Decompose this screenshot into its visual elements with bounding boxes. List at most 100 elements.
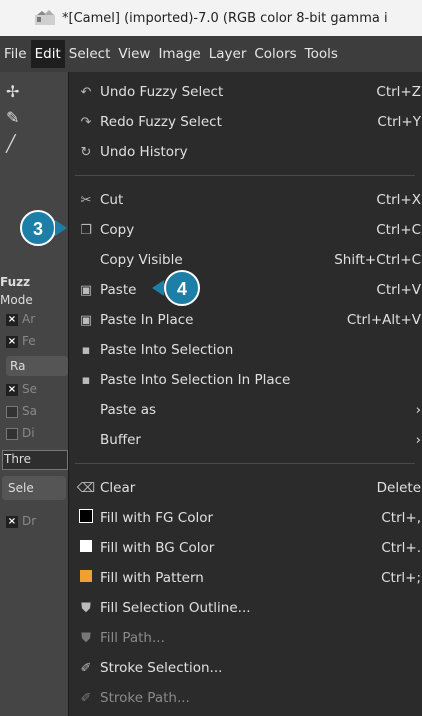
menu-item-label: Fill Selection Outline... <box>100 600 251 616</box>
menu-item-undo[interactable]: ↶ Undo Fuzzy Select Ctrl+Z <box>69 78 422 106</box>
menu-colors[interactable]: Colors <box>250 40 300 68</box>
mode-label: Mode <box>0 293 33 307</box>
menu-item-label: Fill with FG Color <box>100 510 214 526</box>
menu-item-buffer[interactable]: Buffer › <box>69 426 422 454</box>
menu-item-clear[interactable]: ⌫ Clear Delete <box>69 474 422 502</box>
menu-item-label: Clear <box>100 480 136 496</box>
submenu-arrow-icon: › <box>415 432 421 448</box>
undo-icon: ↶ <box>80 84 92 100</box>
menu-item-label: Paste Into Selection <box>100 342 234 358</box>
menu-item-undo-history[interactable]: ↻ Undo History <box>69 138 422 166</box>
menu-item-stroke-selection[interactable]: ✐ Stroke Selection... <box>69 654 422 682</box>
shortcut-label: Shift+Ctrl+C <box>334 252 421 268</box>
menu-item-fill-pattern[interactable]: Fill with Pattern Ctrl+; <box>69 564 422 592</box>
menu-item-copy[interactable]: ❐ Copy Ctrl+C <box>69 216 422 244</box>
window-title-bar: *[Camel] (imported)-7.0 (RGB color 8-bit… <box>0 0 422 36</box>
menu-item-label: Fill with BG Color <box>100 540 215 556</box>
select-transparent-checkbox[interactable]: × <box>6 384 18 396</box>
threshold-label: Thre <box>4 452 31 466</box>
menubar: File Edit Select View Image Layer Colors… <box>0 36 422 72</box>
step-badge-4: 4 <box>164 270 200 306</box>
tool-options-title: Fuzz <box>0 275 31 289</box>
scissors-icon: ✂ <box>80 192 92 208</box>
diagonal-checkbox[interactable] <box>6 428 18 440</box>
step-badge-3-pointer <box>55 220 67 236</box>
shortcut-label: Ctrl+V <box>376 282 421 298</box>
bucket-fill-path-icon: ⛊ <box>81 630 91 646</box>
fg-color-swatch-icon <box>72 509 100 527</box>
menu-item-paste-in-place[interactable]: ▣ Paste In Place Ctrl+Alt+V <box>69 306 422 334</box>
menu-file[interactable]: File <box>0 40 31 68</box>
diagonal-label: Di <box>22 426 35 440</box>
menu-item-label: Redo Fuzzy Select <box>100 114 222 130</box>
paste-icon: ▣ <box>79 282 93 298</box>
menu-item-label: Stroke Path... <box>100 690 190 706</box>
shortcut-label: Ctrl+Y <box>377 114 421 130</box>
menu-separator <box>75 463 415 464</box>
menu-item-copy-visible[interactable]: Copy Visible Shift+Ctrl+C <box>69 246 422 274</box>
move-tool-icon[interactable]: ✢ <box>6 82 19 101</box>
shortcut-label: Ctrl+; <box>381 570 421 586</box>
sample-merged-checkbox[interactable] <box>6 406 18 418</box>
undo-history-icon: ↻ <box>80 144 92 160</box>
picker-tool-icon[interactable]: ╱ <box>6 134 16 153</box>
shortcut-label: Ctrl+, <box>381 510 421 526</box>
select-transparent-label: Se <box>22 382 37 396</box>
paste-into-selection-in-place-icon: ▪ <box>81 372 91 388</box>
feather-label: Fe <box>22 334 36 348</box>
window-title: *[Camel] (imported)-7.0 (RGB color 8-bit… <box>62 10 388 26</box>
menu-tools[interactable]: Tools <box>301 40 342 68</box>
gimp-app-icon <box>34 9 56 27</box>
menu-item-label: Cut <box>100 192 124 208</box>
shortcut-label: Delete <box>376 480 421 496</box>
draw-mask-checkbox[interactable]: × <box>6 516 18 528</box>
menu-item-label: Copy <box>100 222 135 238</box>
menu-edit[interactable]: Edit <box>30 40 65 68</box>
paste-into-selection-icon: ▪ <box>81 342 91 358</box>
step-badge-3: 3 <box>20 210 56 246</box>
menu-item-label: Paste as <box>100 402 157 418</box>
menu-item-fill-selection-outline[interactable]: ⛊ Fill Selection Outline... <box>69 594 422 622</box>
menu-item-label: Fill Path... <box>100 630 165 646</box>
copy-icon: ❐ <box>80 222 92 238</box>
shortcut-label: Ctrl+Alt+V <box>346 312 421 328</box>
menu-item-label: Paste Into Selection In Place <box>100 372 291 388</box>
menu-item-fill-path[interactable]: ⛊ Fill Path... <box>69 624 422 652</box>
shortcut-label: Ctrl+. <box>381 540 421 556</box>
submenu-arrow-icon: › <box>415 402 421 418</box>
shortcut-label: Ctrl+Z <box>376 84 421 100</box>
menu-view[interactable]: View <box>114 40 154 68</box>
shortcut-label: Ctrl+C <box>376 222 421 238</box>
sample-merged-label: Sa <box>22 404 37 418</box>
stroke-path-icon: ✐ <box>80 690 92 706</box>
toolbox-panel: ✢ ✎ ╱ Fuzz Mode × Ar × Fe Ra × Se Sa Di … <box>0 72 70 716</box>
clear-icon: ⌫ <box>76 480 96 496</box>
menu-item-fill-fg[interactable]: Fill with FG Color Ctrl+, <box>69 504 422 532</box>
antialias-label: Ar <box>22 312 36 326</box>
menu-select[interactable]: Select <box>65 40 115 68</box>
menu-item-paste-into-selection[interactable]: ▪ Paste Into Selection <box>69 336 422 364</box>
select-by-label: Sele <box>8 481 34 495</box>
menu-image[interactable]: Image <box>154 40 204 68</box>
bucket-fill-icon: ⛊ <box>81 600 91 616</box>
menu-layer[interactable]: Layer <box>205 40 251 68</box>
menu-item-label: Buffer <box>100 432 141 448</box>
antialias-checkbox[interactable]: × <box>6 314 18 326</box>
shortcut-label: Ctrl+X <box>376 192 421 208</box>
menu-item-paste[interactable]: ▣ Paste Ctrl+V <box>69 276 422 304</box>
menu-item-label: Paste <box>100 282 137 298</box>
stroke-selection-icon: ✐ <box>80 660 92 676</box>
feather-checkbox[interactable]: × <box>6 336 18 348</box>
paint-tool-icon[interactable]: ✎ <box>6 108 19 127</box>
pattern-swatch-icon <box>72 570 100 586</box>
radius-label: Ra <box>10 359 26 373</box>
menu-item-stroke-path[interactable]: ✐ Stroke Path... <box>69 684 422 712</box>
menu-separator <box>75 175 415 176</box>
menu-item-paste-as[interactable]: Paste as › <box>69 396 422 424</box>
step-badge-4-pointer <box>152 280 164 296</box>
menu-item-redo[interactable]: ↷ Redo Fuzzy Select Ctrl+Y <box>69 108 422 136</box>
menu-item-paste-into-selection-in-place[interactable]: ▪ Paste Into Selection In Place <box>69 366 422 394</box>
redo-icon: ↷ <box>80 114 92 130</box>
menu-item-cut[interactable]: ✂ Cut Ctrl+X <box>69 186 422 214</box>
menu-item-fill-bg[interactable]: Fill with BG Color Ctrl+. <box>69 534 422 562</box>
